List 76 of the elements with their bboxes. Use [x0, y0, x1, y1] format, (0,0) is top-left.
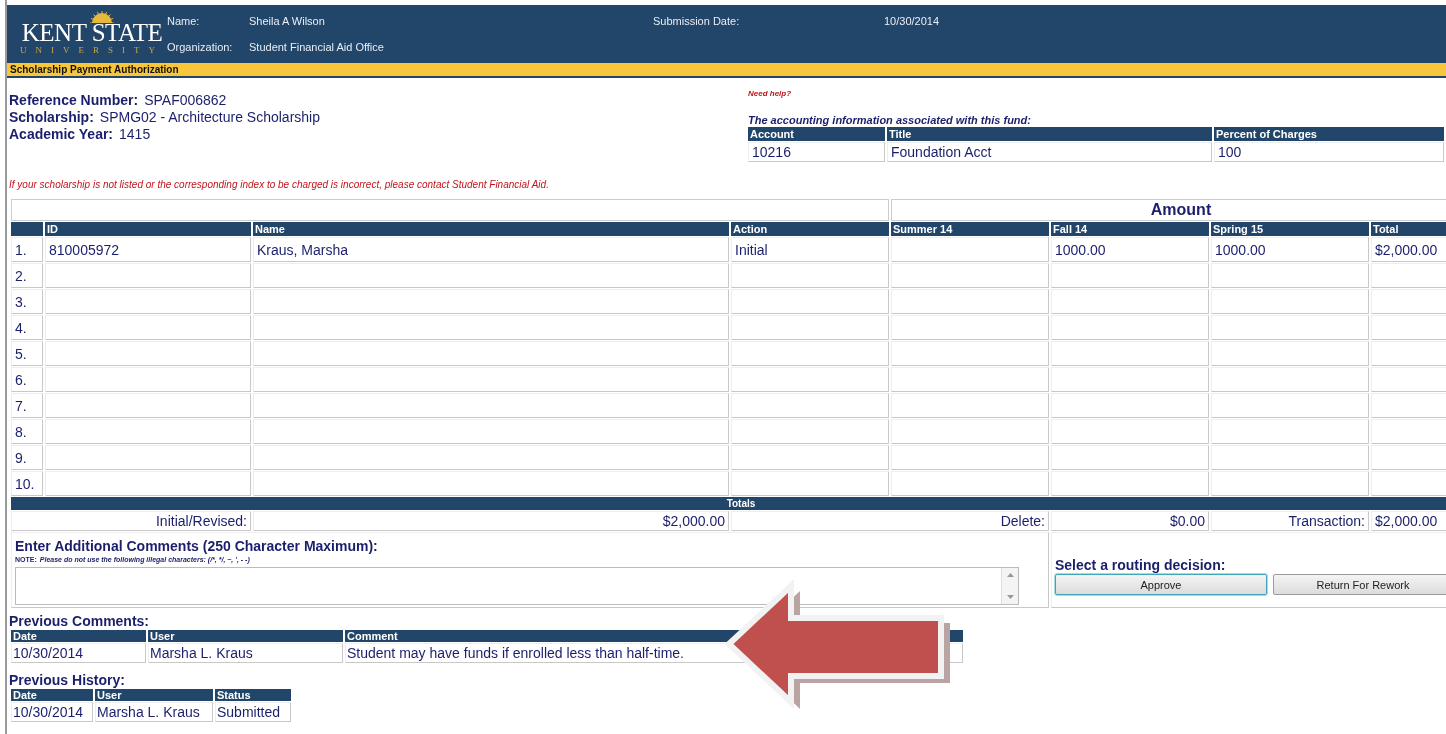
- table-cell: Marsha L. Kraus: [95, 702, 213, 722]
- column-header: Status: [215, 689, 291, 701]
- total-value: $2,000.00: [1371, 511, 1446, 531]
- accounting-title: The accounting information associated with this fund:: [748, 114, 1032, 126]
- submission-date-value: 10/30/2014: [884, 15, 941, 27]
- detail-value: SPAF006862: [144, 92, 227, 108]
- row-number: 4.: [11, 315, 43, 340]
- table-cell: Submitted: [215, 702, 291, 722]
- comment-field[interactable]: [15, 567, 1019, 605]
- organization-label: Organization:: [167, 41, 234, 53]
- row-number: 1.: [11, 237, 43, 262]
- scroll-up-icon[interactable]: [1006, 573, 1014, 577]
- amount-heading: Amount: [891, 199, 1446, 221]
- routing-button[interactable]: Return For Rework: [1273, 574, 1446, 595]
- table-cell: 1000.00: [1051, 237, 1209, 262]
- row-number: 8.: [11, 419, 43, 444]
- column-header: Title: [887, 127, 1212, 141]
- total-label: Delete:: [731, 511, 1049, 531]
- table-cell: Kraus, Marsha: [253, 237, 729, 262]
- comments-title: Enter Additional Comments (250 Character Maximum):: [15, 538, 379, 554]
- section-title: Previous Comments:: [9, 613, 151, 629]
- table-cell: Foundation Acct: [887, 142, 1212, 162]
- university-logo: KENT STATE UNIVERSITY: [7, 13, 167, 55]
- table-cell: Marsha L. Kraus: [148, 643, 343, 663]
- table-cell: 10/30/2014: [11, 643, 146, 663]
- table-cell: 100: [1214, 142, 1444, 162]
- table-cell: 10/30/2014: [11, 702, 93, 722]
- totals-bar: Totals: [11, 497, 1446, 510]
- column-header: Account: [748, 127, 885, 141]
- organization-value: Student Financial Aid Office: [249, 41, 385, 53]
- column-header: User: [148, 630, 343, 642]
- row-number: 7.: [11, 393, 43, 418]
- column-header: User: [95, 689, 213, 701]
- table-cell: 810005972: [45, 237, 251, 262]
- total-label: Initial/Revised:: [11, 511, 251, 531]
- row-number: 9.: [11, 445, 43, 470]
- detail-label: Scholarship:: [9, 109, 94, 125]
- column-header: Action: [731, 222, 889, 236]
- detail-value: 1415: [119, 126, 151, 142]
- scrollbar[interactable]: [1001, 568, 1018, 604]
- row-number: 10.: [11, 471, 43, 496]
- name-label: Name:: [167, 15, 201, 27]
- sun-icon: [89, 11, 115, 23]
- detail-label: Academic Year:: [9, 126, 114, 142]
- row-number: 3.: [11, 289, 43, 314]
- section-title: Previous History:: [9, 672, 126, 688]
- row-number: 6.: [11, 367, 43, 392]
- column-header: [11, 222, 43, 236]
- column-header: Date: [11, 689, 93, 701]
- table-cell: $2,000.00: [1371, 237, 1446, 262]
- column-header: Total: [1371, 222, 1446, 236]
- table-cell: Initial: [731, 237, 889, 262]
- column-header: Name: [253, 222, 729, 236]
- column-header: Summer 14: [891, 222, 1049, 236]
- scroll-down-icon[interactable]: [1006, 595, 1014, 599]
- row-number: 2.: [11, 263, 43, 288]
- detail-value: SPMG02 - Architecture Scholarship: [99, 109, 320, 125]
- row-number: 5.: [11, 341, 43, 366]
- page-title: Scholarship Payment Authorization: [7, 63, 1446, 78]
- help-link[interactable]: Need help?: [748, 89, 792, 98]
- column-header: Percent of Charges: [1214, 127, 1444, 141]
- column-header: Date: [11, 630, 146, 642]
- routing-button[interactable]: Approve: [1055, 574, 1267, 595]
- total-label: Transaction:: [1211, 511, 1369, 531]
- notice-text: If your scholarship is not listed or the corresponding index to be charged is incorrect, please contact Student Financial Aid.: [8, 179, 550, 190]
- total-value: $0.00: [1051, 511, 1209, 531]
- detail-label: Reference Number:: [9, 92, 139, 108]
- name-value: Sheila A Wilson: [249, 15, 326, 27]
- column-header: Fall 14: [1051, 222, 1209, 236]
- table-cell: 1000.00: [1211, 237, 1369, 262]
- submission-date-label: Submission Date:: [653, 15, 741, 27]
- total-value: $2,000.00: [253, 511, 729, 531]
- table-cell: 10216: [748, 142, 885, 162]
- column-header: Spring 15: [1211, 222, 1369, 236]
- column-header: ID: [45, 222, 251, 236]
- routing-title: Select a routing decision:: [1055, 557, 1227, 573]
